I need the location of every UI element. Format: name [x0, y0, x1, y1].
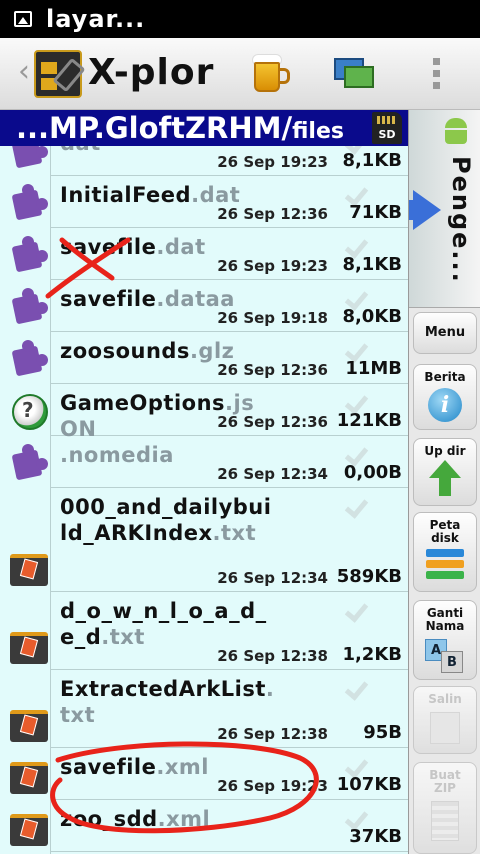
- file-date: 26 Sep 12:34: [217, 465, 328, 483]
- puzzle-icon: [10, 444, 50, 484]
- arrow-up-icon: [429, 460, 461, 478]
- file-extension: .dataa: [156, 287, 235, 311]
- file-row[interactable]: savefile.xml 26 Sep 19:23 107KB: [10, 748, 408, 800]
- status-title: layar...: [46, 5, 146, 33]
- puzzle-icon: [10, 184, 50, 224]
- file-row[interactable]: InitialFeed.dat 26 Sep 12:36 71KB: [11, 176, 408, 228]
- file-extension: .nomedia: [60, 443, 174, 467]
- info-icon: i: [428, 388, 462, 422]
- checkmark-icon[interactable]: [344, 496, 368, 520]
- file-extension: .dat: [191, 183, 241, 207]
- path-tail: files: [292, 119, 344, 144]
- file-date: 26 Sep 12:36: [217, 361, 328, 379]
- file-row[interactable]: ExtractedArkList.txt 26 Sep 12:38 95B: [10, 670, 408, 748]
- file-size: 8,1KB: [342, 254, 402, 275]
- puzzle-icon: [10, 236, 50, 276]
- back-chevron-icon[interactable]: ‹: [18, 54, 30, 89]
- file-row[interactable]: zoo_sdd.xml 37KB: [10, 800, 408, 852]
- document-folder-icon: [10, 756, 50, 796]
- status-bar: layar...: [0, 0, 480, 38]
- windows-switch-icon[interactable]: [334, 58, 374, 90]
- drawer-label: Penge...: [447, 156, 475, 284]
- file-row[interactable]: savefile.dataa 26 Sep 19:18 8,0KB: [11, 280, 408, 332]
- file-size: 121KB: [336, 410, 402, 431]
- file-row[interactable]: savefile.dat 26 Sep 19:23 8,1KB: [11, 228, 408, 280]
- file-name: 000_and_dailybuild_ARKIndex.txt: [60, 495, 272, 545]
- path-text: ...MP.GloftZRHM/: [16, 111, 293, 145]
- file-date: 26 Sep 19:23: [217, 153, 328, 171]
- file-date: 26 Sep 19:23: [217, 257, 328, 275]
- copy-button[interactable]: Salin: [413, 686, 477, 754]
- sd-card-icon: SD: [372, 112, 402, 144]
- file-name: zoo_sdd.xml: [60, 807, 211, 831]
- file-size: 107KB: [336, 774, 402, 795]
- file-extension: .js: [225, 391, 255, 415]
- puzzle-icon: [10, 146, 50, 172]
- file-row[interactable]: d_o_w_n_l_o_a_d_e_d.txt 26 Sep 12:38 1,2KB: [10, 592, 408, 670]
- action-bar: ‹ X-plore: [0, 38, 480, 110]
- file-date: 26 Sep 12:38: [217, 725, 328, 743]
- app-name: X-plore: [88, 52, 214, 93]
- file-size: 95B: [363, 722, 402, 743]
- disk-map-button[interactable]: Peta disk: [413, 512, 477, 592]
- file-size: 1,2KB: [342, 644, 402, 665]
- file-extension: .glz: [189, 339, 235, 363]
- image-notification-icon: [14, 11, 32, 27]
- disk-map-icon: [426, 549, 464, 579]
- gear-question-icon: ?: [10, 392, 50, 432]
- rename-icon: AB: [425, 639, 465, 673]
- xplore-logo-icon[interactable]: [34, 50, 86, 98]
- puzzle-icon: [10, 340, 50, 380]
- file-size: 589KB: [336, 566, 402, 587]
- file-extension: dat: [60, 146, 101, 155]
- right-panel: Penge... Menu Berita i Up dir Peta disk G…: [408, 110, 480, 854]
- file-size: 8,1KB: [342, 150, 402, 171]
- drawer-handle[interactable]: Penge...: [409, 110, 480, 308]
- file-row[interactable]: dat 26 Sep 19:23 8,1KB: [11, 146, 408, 176]
- file-list[interactable]: dat26 Sep 19:238,1KBInitialFeed.dat26 Se…: [0, 146, 408, 854]
- file-extension: .txt: [212, 521, 257, 545]
- file-extension: .xml: [157, 807, 211, 831]
- file-size: 0,00B: [343, 462, 402, 483]
- beer-mug-icon[interactable]: [252, 54, 290, 92]
- rename-button[interactable]: Ganti Nama AB: [413, 600, 477, 680]
- file-extension: .txt: [101, 625, 145, 649]
- file-name: ExtractedArkList.txt: [60, 677, 275, 727]
- file-size: 71KB: [349, 202, 402, 223]
- puzzle-icon: [10, 288, 50, 328]
- file-row[interactable]: zoosounds.glz 26 Sep 12:36 11MB: [11, 332, 408, 384]
- create-zip-button[interactable]: Buat ZIP: [413, 762, 477, 854]
- copy-icon: [430, 712, 460, 744]
- document-folder-icon: [10, 704, 50, 744]
- zip-icon: [431, 801, 459, 841]
- file-date: 26 Sep 12:36: [217, 205, 328, 223]
- info-button[interactable]: Berita i: [413, 364, 477, 430]
- file-size: 11MB: [345, 358, 402, 379]
- file-row[interactable]: 000_and_dailybuild_ARKIndex.txt 26 Sep 12…: [10, 488, 408, 592]
- path-bar[interactable]: ...MP.GloftZRHM/files: [0, 110, 408, 146]
- document-folder-icon: [10, 626, 50, 666]
- up-dir-button[interactable]: Up dir: [413, 438, 477, 506]
- arrow-right-icon: [413, 190, 441, 230]
- file-date: 26 Sep 19:23: [217, 777, 328, 795]
- file-size: 8,0KB: [342, 306, 402, 327]
- file-date: 26 Sep 12:34: [217, 569, 328, 587]
- file-row[interactable]: ? GameOptions.js ON 26 Sep 12:36 121KB: [12, 384, 408, 441]
- file-date: 26 Sep 12:38: [217, 647, 328, 665]
- file-name: d_o_w_n_l_o_a_d_e_d.txt: [60, 599, 267, 649]
- file-extension: .xml: [156, 755, 209, 779]
- overflow-menu-icon[interactable]: [433, 58, 441, 92]
- android-icon: [445, 118, 467, 144]
- file-size: 37KB: [349, 826, 402, 847]
- checkmark-icon[interactable]: [344, 600, 368, 624]
- file-date: 26 Sep 12:36: [217, 413, 328, 431]
- file-extension: .dat: [156, 235, 206, 259]
- document-folder-icon: [10, 548, 50, 588]
- file-date: 26 Sep 19:18: [217, 309, 328, 327]
- menu-button[interactable]: Menu: [413, 312, 477, 354]
- checkmark-icon[interactable]: [344, 678, 368, 702]
- file-row[interactable]: .nomedia 26 Sep 12:34 0,00B: [11, 436, 408, 488]
- document-folder-icon: [10, 808, 50, 848]
